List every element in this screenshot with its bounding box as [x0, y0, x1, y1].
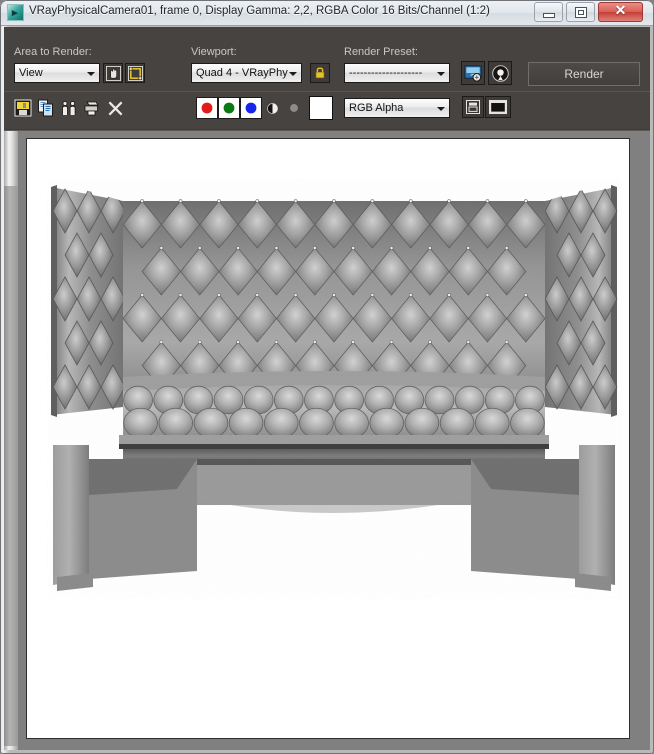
- quick-render-icon: [489, 62, 511, 84]
- red-channel-icon: [197, 98, 217, 118]
- save-image-button[interactable]: [12, 97, 34, 119]
- rendered-image: [27, 139, 629, 738]
- restore-button[interactable]: [566, 2, 595, 22]
- chevron-down-icon: [87, 72, 95, 76]
- save-floppy-icon: [12, 97, 34, 119]
- viewport-label: Viewport:: [191, 46, 237, 58]
- chevron-down-icon: [437, 72, 445, 76]
- area-to-render-select[interactable]: View: [14, 63, 100, 83]
- region-select-icon: [126, 64, 144, 82]
- sofa-render-image: [27, 139, 629, 738]
- clear-x-icon: [104, 97, 126, 119]
- blue-channel-button[interactable]: [240, 97, 262, 119]
- clear-image-button[interactable]: [104, 97, 126, 119]
- restore-icon: [567, 3, 594, 21]
- render-options-toolbar: Area to Render: View Viewport: Quad 4 - …: [4, 27, 650, 112]
- quick-render-button[interactable]: [488, 61, 512, 85]
- render-setup-button[interactable]: [461, 61, 485, 85]
- print-image-button[interactable]: [81, 97, 103, 119]
- render-button[interactable]: Render: [528, 62, 640, 86]
- fullscreen-preview-button[interactable]: [485, 96, 511, 118]
- chevron-down-icon: [437, 107, 445, 111]
- area-to-render-label: Area to Render:: [14, 46, 92, 58]
- vray-frame-buffer-window: ▸ VRayPhysicalCamera01, frame 0, Display…: [0, 0, 654, 754]
- render-preset-value: --------------------: [349, 67, 423, 79]
- close-icon: ✕: [614, 4, 627, 19]
- window-title: VRayPhysicalCamera01, frame 0, Display G…: [29, 5, 490, 17]
- alpha-channel-icon: [263, 97, 281, 119]
- layers-icon: [463, 97, 483, 117]
- minimize-icon: [535, 3, 562, 21]
- image-frame: [4, 131, 650, 750]
- lock-icon: [311, 64, 329, 82]
- region-select-button[interactable]: [125, 63, 145, 83]
- blue-channel-icon: [241, 98, 261, 118]
- channel-select-value: RGB Alpha: [349, 102, 404, 114]
- fullscreen-preview-icon: [486, 97, 510, 117]
- image-tools-toolbar: RGB Alpha: [4, 91, 650, 130]
- close-button[interactable]: ✕: [598, 2, 643, 22]
- channel-select[interactable]: RGB Alpha: [344, 98, 450, 118]
- copy-image-button[interactable]: [35, 97, 57, 119]
- color-swatch[interactable]: [309, 96, 333, 120]
- render-canvas[interactable]: [26, 138, 630, 739]
- pan-hand-icon: [104, 64, 122, 82]
- chevron-down-icon: [289, 72, 297, 76]
- render-setup-icon: [462, 62, 484, 84]
- pan-region-button[interactable]: [103, 63, 123, 83]
- clone-image-button[interactable]: [58, 97, 80, 119]
- print-icon: [81, 97, 103, 119]
- monochrome-button[interactable]: [285, 97, 303, 119]
- red-channel-button[interactable]: [196, 97, 218, 119]
- minimize-button[interactable]: [534, 2, 563, 22]
- monochrome-icon: [285, 97, 303, 119]
- green-channel-icon: [219, 98, 239, 118]
- green-channel-button[interactable]: [218, 97, 240, 119]
- area-to-render-value: View: [19, 67, 43, 79]
- render-preset-select[interactable]: --------------------: [344, 63, 450, 83]
- clone-icon: [58, 97, 80, 119]
- render-preset-label: Render Preset:: [344, 46, 418, 58]
- image-scroll-track[interactable]: [4, 131, 18, 750]
- vray-frame-buffer-icon: ▸: [7, 4, 24, 21]
- image-scroll-thumb[interactable]: [4, 186, 18, 746]
- copy-icon: [35, 97, 57, 119]
- layers-button[interactable]: [462, 96, 484, 118]
- viewport-lock-button[interactable]: [310, 63, 330, 83]
- viewport-select[interactable]: Quad 4 - VRayPhy: [191, 63, 302, 83]
- title-bar[interactable]: ▸ VRayPhysicalCamera01, frame 0, Display…: [0, 0, 654, 26]
- viewport-value: Quad 4 - VRayPhy: [196, 67, 288, 79]
- alpha-channel-button[interactable]: [263, 97, 281, 119]
